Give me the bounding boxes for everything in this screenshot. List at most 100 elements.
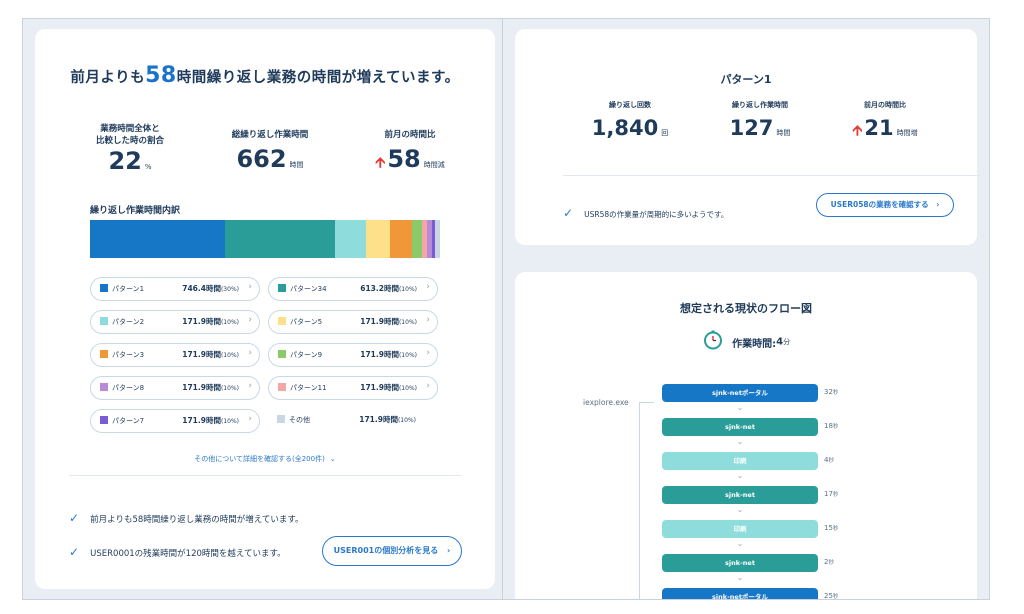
clock-icon [703, 330, 723, 354]
stat-prev-value: 58 [387, 145, 421, 173]
flow-time-unit: 秒 [828, 458, 834, 464]
chevron-right-icon: › [426, 315, 430, 325]
bar-segment [90, 220, 225, 258]
legend-item[interactable]: パターン9 171.9時間(10%) › [268, 343, 438, 367]
stat-prev-month: 前月の時間比 🡩58 時間減 [355, 129, 465, 176]
summary-headline: 前月よりも58時間繰り返し業務の時間が増えています。 [35, 63, 495, 88]
legend-item[interactable]: パターン8 171.9時間(10%) › [90, 376, 260, 400]
bar-segment [390, 220, 412, 258]
headline-number: 58 [145, 63, 177, 88]
flow-node[interactable]: sjnk-netポータル [662, 588, 818, 599]
flow-node[interactable]: 印刷 [662, 452, 818, 470]
legend-pct: (10%) [398, 286, 417, 293]
pattern-time-value: 127 [729, 116, 774, 140]
note-2-text: USER0001の残業時間が120時間を越えています。 [90, 549, 286, 559]
bar-segment [335, 220, 366, 258]
legend-value: 171.9時間(10%) [182, 415, 239, 426]
more-link-text[interactable]: その他について詳細を確認する(全200件) [194, 455, 325, 463]
flow-node[interactable]: sjnk-net [662, 554, 818, 572]
flow-node[interactable]: sjnk-net [662, 486, 818, 504]
flow-title: 想定される現状のフロー図 [680, 302, 812, 315]
legend-item[interactable]: パターン7 171.9時間(10%) › [90, 409, 260, 433]
summary-card: 前月よりも58時間繰り返し業務の時間が増えています。 業務時間全体と 比較した時… [35, 29, 495, 589]
legend-name: パターン7 [112, 417, 145, 425]
flow-time: 18秒 [824, 422, 838, 430]
legend-item[interactable]: パターン2 171.9時間(10%) › [90, 310, 260, 334]
flow-time-value: 18 [824, 422, 833, 430]
summary-divider [69, 475, 461, 476]
chevron-down-icon: ⌄ [736, 505, 744, 514]
flow-time-value: 32 [824, 388, 833, 396]
legend-value: 171.9時間(10%) [360, 349, 417, 360]
legend-name: パターン8 [112, 384, 145, 392]
flow-time-unit: 秒 [832, 424, 839, 430]
chevron-down-icon: ⌄ [736, 539, 744, 548]
legend-value: 171.9時間(10%) [182, 382, 239, 393]
pattern-time-label: 繰り返し作業時間 [732, 101, 788, 109]
legend-swatch [100, 350, 108, 358]
legend-value: 171.9時間(10%) [360, 316, 417, 327]
flow-time-value: 15 [824, 524, 833, 532]
stat-ratio-value: 22 [108, 147, 142, 175]
flow-card: 想定される現状のフロー図 作業時間:4分 iexplore.exe sjnk-n… [515, 272, 977, 600]
check-icon: ✓ [69, 545, 80, 559]
legend-value: 171.9時間(10%) [359, 414, 416, 425]
legend-hours: 171.9時間 [360, 350, 399, 359]
flow-node[interactable]: sjnk-net [662, 418, 818, 436]
chevron-right-icon: › [447, 546, 451, 555]
flow-node[interactable]: 印刷 [662, 520, 818, 538]
arrow-up-icon: 🡩 [375, 155, 386, 171]
pattern-count-unit: 回 [661, 129, 669, 137]
legend-item[interactable]: パターン34 613.2時間(10%) › [268, 277, 438, 301]
chevron-right-icon: › [248, 282, 252, 292]
flow-time-unit: 秒 [832, 390, 839, 396]
work-time-unit: 分 [783, 338, 791, 346]
legend-swatch [100, 284, 108, 292]
legend-pct: (10%) [398, 319, 417, 326]
confirm-user-button[interactable]: USER058の業務を確認する › [816, 193, 954, 217]
stat-ratio: 業務時間全体と 比較した時の割合 22% [75, 123, 185, 175]
legend-hours: 171.9時間 [182, 383, 221, 392]
legend-pct: (10%) [220, 352, 239, 359]
chevron-down-icon[interactable]: ⌄ [330, 455, 336, 463]
legend-item[interactable]: パターン1 746.4時間(30%) › [90, 277, 260, 301]
stat-prev-unit: 時間減 [423, 161, 445, 169]
bar-segment [411, 220, 422, 258]
pattern-prev-unit: 時間増 [896, 129, 918, 137]
stat-ratio-label-2: 比較した時の割合 [95, 136, 164, 146]
chevron-right-icon: › [936, 200, 940, 209]
legend-swatch [278, 383, 286, 391]
pattern-divider [563, 175, 981, 176]
legend-hours: 171.9時間 [182, 350, 221, 359]
breakdown-title: 繰り返し作業時間内訳 [90, 206, 181, 216]
pattern-count-value: 1,840 [591, 116, 659, 140]
legend-item[interactable]: パターン3 171.9時間(10%) › [90, 343, 260, 367]
legend-pct: (10%) [398, 385, 417, 392]
legend-hours: 171.9時間 [360, 317, 399, 326]
flow-time: 32秒 [824, 388, 838, 396]
arrow-up-icon: 🡩 [852, 123, 863, 139]
legend-swatch [278, 350, 286, 358]
legend-name: パターン9 [290, 351, 323, 359]
flow-node[interactable]: sjnk-netポータル [662, 384, 818, 402]
chevron-right-icon: › [248, 315, 252, 325]
individual-analysis-button[interactable]: USER001の個別分析を見る › [322, 536, 462, 566]
legend-item[interactable]: パターン5 171.9時間(10%) › [268, 310, 438, 334]
legend-hours: 171.9時間 [360, 383, 399, 392]
flow-time: 25秒 [824, 592, 839, 600]
legend-name: パターン2 [112, 318, 145, 326]
chevron-down-icon: ⌄ [736, 403, 744, 412]
legend-item[interactable]: パターン11 171.9時間(10%) › [268, 376, 438, 400]
legend-hours: 171.9時間 [182, 416, 221, 425]
flow-time-unit: 秒 [832, 594, 839, 600]
legend-value: 746.4時間(30%) [182, 283, 239, 294]
legend-pct: (10%) [220, 385, 239, 392]
pattern-stat-time: 繰り返し作業時間 127 時間 [705, 99, 815, 140]
pattern-prev-label: 前月の時間比 [864, 101, 906, 109]
more-link[interactable]: その他について詳細を確認する(全200件) ⌄ [35, 446, 495, 465]
chevron-right-icon: › [426, 282, 430, 292]
legend-hours: 171.9時間 [359, 415, 398, 424]
bar-segment [435, 220, 440, 258]
app-connector-v [639, 402, 640, 599]
stat-prev-label: 前月の時間比 [384, 130, 436, 140]
